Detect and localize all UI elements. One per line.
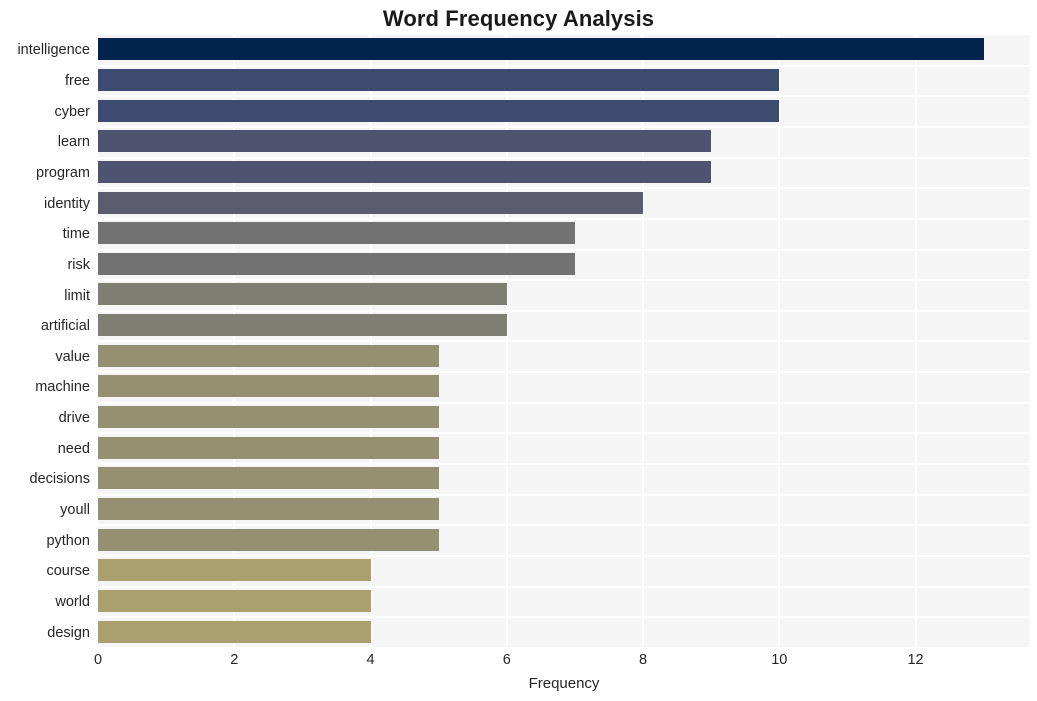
y-tick-label-course: course	[46, 563, 90, 580]
y-tick-label-limit: limit	[64, 287, 90, 304]
x-axis-tick-labels: 0 2 4 6 8 10 12	[0, 652, 1037, 674]
y-tick-label-free: free	[65, 72, 90, 89]
x-axis-label: Frequency	[528, 675, 600, 692]
bar-cyber[interactable]	[98, 99, 780, 122]
bar-row	[98, 556, 1030, 588]
y-tick-label-artificial: artificial	[40, 318, 90, 335]
bar-row	[98, 127, 1030, 159]
bar-row	[98, 188, 1030, 220]
y-tick-label-design: design	[47, 624, 90, 641]
bar-value[interactable]	[98, 344, 439, 367]
bar-row	[98, 525, 1030, 558]
chart-title: Word Frequency Analysis	[382, 6, 655, 31]
bar-row	[98, 96, 1030, 128]
y-tick-label-value: value	[55, 348, 90, 365]
y-tick-label-python: python	[46, 532, 90, 549]
y-tick-label-machine: machine	[35, 379, 90, 396]
y-tick-label-drive: drive	[58, 410, 90, 427]
y-tick-label-world: world	[55, 594, 90, 611]
bar-python[interactable]	[98, 528, 439, 551]
y-tick-label-risk: risk	[67, 256, 90, 273]
plot-area	[98, 35, 1030, 649]
x-tick-label-8: 8	[638, 652, 648, 668]
bar-row	[98, 587, 1030, 619]
y-tick-label-program: program	[36, 164, 90, 181]
bar-row	[98, 372, 1030, 404]
bar-row	[98, 495, 1030, 527]
bar-time[interactable]	[98, 222, 575, 245]
bar-learn[interactable]	[98, 130, 712, 153]
bar-design[interactable]	[98, 620, 371, 643]
bar-series	[98, 35, 1030, 649]
x-tick-label-0: 0	[93, 652, 103, 668]
x-tick-label-6: 6	[502, 652, 511, 668]
bar-row	[98, 342, 1030, 374]
y-tick-label-intelligence: intelligence	[17, 42, 90, 59]
x-tick-label-10: 10	[771, 652, 788, 668]
y-tick-label-need: need	[57, 440, 90, 457]
bar-drive[interactable]	[98, 406, 439, 429]
bar-row	[98, 219, 1030, 251]
bar-artificial[interactable]	[98, 314, 507, 337]
bar-youll[interactable]	[98, 498, 439, 521]
bar-need[interactable]	[98, 436, 439, 459]
y-tick-label-youll: youll	[60, 502, 90, 519]
y-axis-tick-labels: intelligence free cyber learn program identit…	[0, 35, 90, 648]
bar-intelligence[interactable]	[98, 38, 984, 61]
bar-row	[98, 433, 1030, 466]
y-tick-label-cyber: cyber	[54, 103, 90, 120]
bar-row	[98, 311, 1030, 343]
bar-free[interactable]	[98, 68, 780, 91]
bar-course[interactable]	[98, 559, 371, 582]
bar-row	[98, 35, 1030, 67]
bar-row	[98, 158, 1030, 190]
bar-program[interactable]	[98, 160, 712, 183]
chart-figure: Word Frequency Analysis intelligence free…	[0, 0, 1037, 701]
bar-limit[interactable]	[98, 283, 507, 306]
gridline-horizontal	[98, 646, 1030, 649]
bar-row	[98, 617, 1030, 649]
bar-row	[98, 403, 1030, 435]
bar-row	[98, 464, 1030, 496]
bar-decisions[interactable]	[98, 467, 439, 490]
bar-row	[98, 66, 1030, 98]
bar-risk[interactable]	[98, 252, 575, 275]
y-tick-label-learn: learn	[57, 134, 90, 151]
bar-machine[interactable]	[98, 375, 439, 398]
y-tick-label-identity: identity	[44, 195, 90, 212]
y-tick-label-time: time	[62, 226, 90, 243]
x-tick-label-2: 2	[230, 652, 239, 668]
bar-world[interactable]	[98, 589, 371, 612]
bar-identity[interactable]	[98, 191, 644, 214]
y-tick-label-decisions: decisions	[29, 471, 90, 488]
x-tick-label-12: 12	[907, 652, 924, 668]
x-tick-label-4: 4	[366, 652, 375, 668]
bar-row	[98, 250, 1030, 282]
bar-row	[98, 280, 1030, 312]
